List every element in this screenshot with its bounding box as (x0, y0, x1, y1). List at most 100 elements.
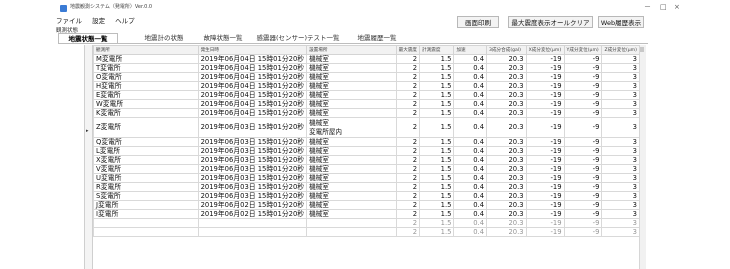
column-header[interactable]: 加速 (453, 45, 488, 55)
station-cell: J変電所 (93, 200, 199, 210)
scroll-up-arrow[interactable] (640, 47, 644, 52)
location-line: 機械室 (309, 192, 329, 200)
table-row[interactable]: T変電所 2019年06月04日 15時01分20秒 機械室 2 1.5 0.4 20.3-… (93, 63, 640, 73)
station-cell (93, 218, 199, 228)
composite-gal-cell: 20.3 (486, 227, 527, 237)
table-row[interactable]: U変電所 2019年06月03日 15時01分20秒 機械室 2 1.5 0.4 20.3-… (93, 173, 640, 183)
datetime-cell: 2019年06月03日 15時01分20秒 (197, 117, 308, 138)
table-row[interactable]: Z変電所 2019年06月03日 15時01分20秒 機械室 変電所屋内 2 1.5 0.4… (93, 117, 640, 138)
table-row[interactable]: K変電所 2019年06月04日 15時01分20秒 機械室 2 1.5 0.4 20.3-… (93, 108, 640, 118)
station-cell: X変電所 (93, 155, 199, 165)
acceleration-cell: 0.4 (453, 99, 488, 109)
acceleration-cell: 0.4 (453, 117, 488, 138)
z-displacement-cell: 3 (601, 54, 640, 64)
table-row[interactable]: Q変電所 2019年06月03日 15時01分20秒 機械室 2 1.5 0.4 20.3-… (93, 137, 640, 147)
station-cell: Q変電所 (93, 137, 199, 147)
column-header[interactable]: 3成分合成(gal) (486, 45, 527, 55)
composite-gal-cell: 20.3 (486, 218, 527, 228)
column-header[interactable]: 観測所 (93, 45, 199, 55)
acceleration-cell: 0.4 (453, 200, 488, 210)
minimize-icon[interactable]: － (644, 3, 651, 11)
measured-intensity-cell: 1.5 (419, 99, 455, 109)
column-header[interactable]: X成分変位(μm) (525, 45, 565, 55)
datetime-cell: 2019年06月04日 15時01分20秒 (197, 90, 308, 100)
print-screen-button[interactable]: 画面印刷 (457, 16, 499, 28)
location-line: 機械室 (309, 82, 329, 90)
measured-intensity-cell: 1.5 (419, 227, 455, 237)
table-row[interactable]: H変電所 2019年06月04日 15時01分20秒 機械室 2 1.5 0.4 20.3-… (93, 81, 640, 91)
maximize-icon[interactable]: □ (660, 3, 667, 11)
location-line: 機械室 (309, 91, 329, 99)
table-row[interactable]: E変電所 2019年06月04日 15時01分20秒 機械室 2 1.5 0.4 20.3-… (93, 90, 640, 100)
table-row[interactable]: M変電所 2019年06月04日 15時01分20秒 機械室 2 1.5 0.4 20.3-… (93, 54, 640, 64)
location-line: 機械室 (309, 73, 329, 81)
y-displacement-cell: -9 (563, 117, 603, 138)
composite-gal-cell: 20.3 (486, 173, 527, 183)
datetime-cell: 2019年06月03日 15時01分20秒 (197, 173, 308, 183)
table-row[interactable]: O変電所 2019年06月04日 15時01分20秒 機械室 2 1.5 0.4 20.3-… (93, 72, 640, 82)
column-header[interactable]: 設置場所 (306, 45, 397, 55)
y-displacement-cell: -9 (563, 218, 603, 228)
column-header[interactable]: Y成分変位(μm) (563, 45, 603, 55)
location-line: 機械室 (309, 165, 329, 173)
table-row[interactable]: R変電所 2019年06月03日 15時01分20秒 機械室 2 1.5 0.4 20.3-… (93, 182, 640, 192)
table-row[interactable]: I変電所 2019年06月02日 15時01分20秒 機械室 2 1.5 0.4 20.3-… (93, 209, 640, 219)
location-cell: 機械室 (306, 209, 397, 219)
table-row[interactable]: X変電所 2019年06月03日 15時01分20秒 機械室 2 1.5 0.4 20.3-… (93, 155, 640, 165)
column-header[interactable]: Z成分変位(μm) (601, 45, 640, 55)
menu-bar: ファイル 設定 ヘルプ (56, 15, 143, 25)
measured-intensity-cell: 1.5 (419, 81, 455, 91)
acceleration-cell: 0.4 (453, 155, 488, 165)
column-header[interactable]: 計測震度 (419, 45, 455, 55)
column-header[interactable]: 発生日時 (197, 45, 308, 55)
table-row[interactable]: L変電所 2019年06月03日 15時01分20秒 機械室 2 1.5 0.4 20.3-… (93, 146, 640, 156)
y-displacement-cell: -9 (563, 227, 603, 237)
location-cell: 機械室 (306, 137, 397, 147)
composite-gal-cell: 20.3 (486, 164, 527, 174)
composite-gal-cell: 20.3 (486, 90, 527, 100)
composite-gal-cell: 20.3 (486, 209, 527, 219)
x-displacement-cell: -19 (525, 54, 565, 64)
x-displacement-cell: -19 (525, 209, 565, 219)
location-cell: 機械室 (306, 81, 397, 91)
datetime-cell: 2019年06月04日 15時01分20秒 (197, 63, 308, 73)
column-header[interactable]: 最大震度 (395, 45, 421, 55)
station-cell: V変電所 (93, 164, 199, 174)
z-displacement-cell: 3 (601, 200, 640, 210)
table-row[interactable]: V変電所 2019年06月03日 15時01分20秒 機械室 2 1.5 0.4 20.3-… (93, 164, 640, 174)
x-displacement-cell: -19 (525, 227, 565, 237)
vertical-scrollbar[interactable] (639, 45, 646, 269)
web-history-button[interactable]: Web履歴表示 (598, 16, 644, 28)
max-intensity-cell: 2 (395, 99, 421, 109)
table-row[interactable]: 2 1.5 0.4 20.3 -19 -9 3 (93, 218, 640, 228)
close-icon[interactable]: × (674, 3, 680, 11)
max-intensity-cell: 2 (395, 72, 421, 82)
table-row[interactable]: W変電所 2019年06月04日 15時01分20秒 機械室 2 1.5 0.4 20.3-… (93, 99, 640, 109)
station-cell: Z変電所 (93, 117, 199, 138)
measured-intensity-cell: 1.5 (419, 182, 455, 192)
max-intensity-cell: 2 (395, 117, 421, 138)
measured-intensity-cell: 1.5 (419, 90, 455, 100)
menu-file[interactable]: ファイル (56, 17, 82, 25)
app-icon (60, 5, 67, 12)
table-row[interactable]: J変電所 2019年06月02日 15時01分20秒 機械室 2 1.5 0.4 20.3-… (93, 200, 640, 210)
table-row[interactable]: 2 1.5 0.4 20.3 -19 -9 3 (93, 227, 640, 237)
datetime-cell: 2019年06月04日 15時01分20秒 (197, 81, 308, 91)
location-cell: 機械室 変電所屋内 (306, 117, 397, 138)
station-cell: S変電所 (93, 191, 199, 201)
menu-settings[interactable]: 設定 (92, 17, 105, 25)
datetime-cell: 2019年06月04日 15時01分20秒 (197, 72, 308, 82)
earthquake-status-grid[interactable]: 観測所 発生日時 設置場所 最大震度 計測震度 加速 3成分合成(gal) X成分変位(μm)… (84, 45, 640, 269)
acceleration-cell: 0.4 (453, 90, 488, 100)
y-displacement-cell: -9 (563, 137, 603, 147)
measured-intensity-cell: 1.5 (419, 137, 455, 147)
z-displacement-cell: 3 (601, 99, 640, 109)
location-line: 機械室 (309, 64, 329, 72)
datetime-cell: 2019年06月03日 15時01分20秒 (197, 164, 308, 174)
z-displacement-cell: 3 (601, 117, 640, 138)
acceleration-cell: 0.4 (453, 72, 488, 82)
table-row[interactable]: S変電所 2019年06月03日 15時01分20秒 機械室 2 1.5 0.4 20.3-… (93, 191, 640, 201)
menu-help[interactable]: ヘルプ (115, 17, 135, 25)
composite-gal-cell: 20.3 (486, 200, 527, 210)
clear-max-intensity-button[interactable]: 最大震度表示オールクリア (508, 16, 593, 28)
